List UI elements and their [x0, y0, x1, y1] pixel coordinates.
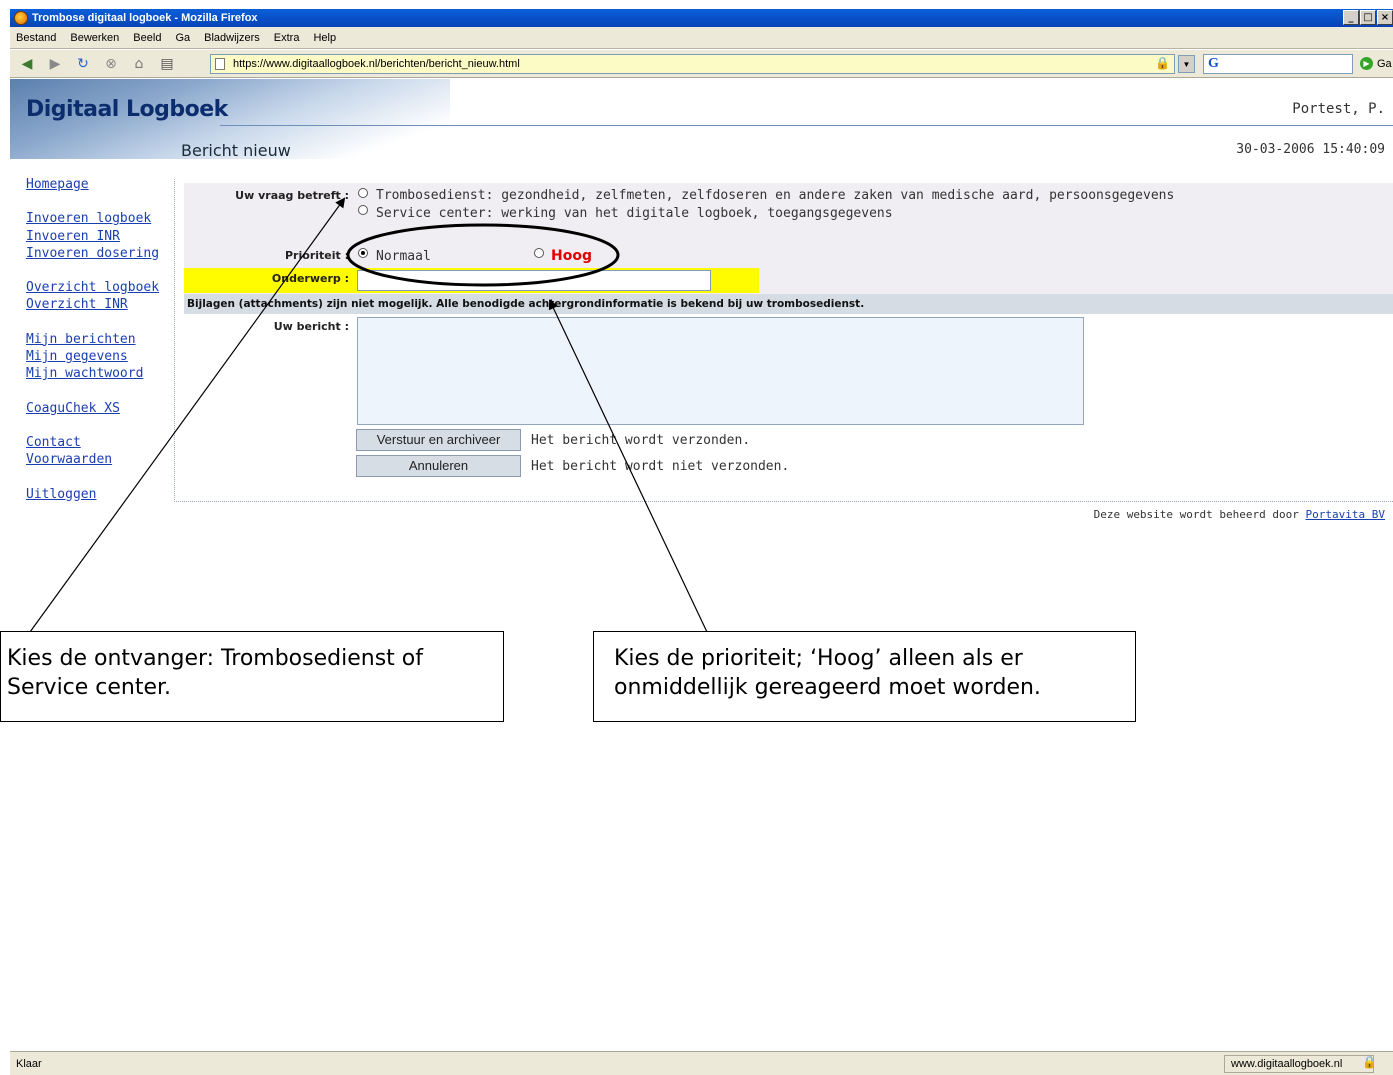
callout-ontvanger: Kies de ontvanger: Trombosedienst of Ser…	[0, 631, 504, 722]
page-icon	[215, 58, 225, 70]
close-button[interactable]: ×	[1377, 10, 1393, 25]
vraag-servicecenter-radio[interactable]	[358, 205, 368, 215]
send-note: Het bericht wordt verzonden.	[531, 433, 751, 448]
onderwerp-label: Onderwerp :	[271, 272, 349, 285]
page-content: Digitaal Logboek Portest, P. Bericht nie…	[10, 79, 1393, 1051]
vraag-label: Uw vraag betreft :	[235, 189, 349, 202]
menu-bar: Bestand Bewerken Beeld Ga Bladwijzers Ex…	[10, 27, 1393, 49]
title-bar: Trombose digitaal logboek - Mozilla Fire…	[10, 9, 1393, 27]
vraag-servicecenter-label[interactable]: Service center: werking van het digitale…	[376, 206, 893, 221]
go-label: Ga	[1377, 57, 1392, 70]
lock-icon: 🔒	[1155, 56, 1170, 70]
menu-help[interactable]: Help	[307, 32, 344, 44]
sidebar-menu: Homepage Invoeren logboek Invoeren INR I…	[26, 176, 176, 503]
header-divider	[220, 125, 1393, 126]
menu-bewerken[interactable]: Bewerken	[64, 32, 127, 44]
sidebar-item-uitloggen[interactable]: Uitloggen	[26, 486, 176, 503]
status-lock-icon: 🔒	[1362, 1055, 1377, 1069]
bericht-textarea[interactable]	[357, 317, 1084, 425]
sidebar-item-mijn-berichten[interactable]: Mijn berichten	[26, 331, 176, 348]
firefox-icon	[14, 11, 28, 25]
sidebar-item-coaguchek[interactable]: CoaguChek XS	[26, 400, 176, 417]
url-dropdown-button[interactable]: ▼	[1178, 55, 1195, 73]
prioriteit-hoog-label[interactable]: Hoog	[551, 248, 592, 264]
go-button[interactable]: ▶ Ga	[1360, 57, 1392, 70]
minimize-button[interactable]: _	[1343, 10, 1359, 25]
maximize-button[interactable]: □	[1360, 10, 1376, 25]
page-title: Bericht nieuw	[181, 141, 291, 160]
bericht-label: Uw bericht :	[273, 320, 349, 333]
sidebar-item-invoeren-dosering[interactable]: Invoeren dosering	[26, 245, 176, 262]
onderwerp-input[interactable]	[357, 270, 711, 291]
browser-window: Trombose digitaal logboek - Mozilla Fire…	[0, 0, 1393, 1075]
address-bar[interactable]: https://www.digitaallogboek.nl/berichten…	[210, 54, 1175, 74]
cancel-button[interactable]: Annuleren	[356, 455, 521, 477]
vraag-trombosedienst-radio[interactable]	[358, 188, 368, 198]
sidebar-item-contact[interactable]: Contact	[26, 434, 176, 451]
back-icon[interactable]: ◀	[16, 56, 38, 72]
navigation-toolbar: ◀ ▶ ↻ ⊗ ⌂ ▤ https://www.digitaallogboek.…	[10, 50, 1393, 78]
sidebar-item-voorwaarden[interactable]: Voorwaarden	[26, 451, 176, 468]
sidebar-item-homepage[interactable]: Homepage	[26, 176, 176, 193]
sidebar-item-invoeren-logboek[interactable]: Invoeren logboek	[26, 210, 176, 227]
menu-bestand[interactable]: Bestand	[10, 32, 64, 44]
sidebar-item-mijn-wachtwoord[interactable]: Mijn wachtwoord	[26, 365, 176, 382]
attachments-note: Bijlagen (attachments) zijn niet mogelij…	[184, 294, 1393, 314]
cancel-note: Het bericht wordt niet verzonden.	[531, 459, 790, 474]
window-title: Trombose digitaal logboek - Mozilla Fire…	[32, 12, 258, 24]
menu-extra[interactable]: Extra	[268, 32, 308, 44]
go-icon: ▶	[1360, 57, 1373, 70]
url-text: https://www.digitaallogboek.nl/berichten…	[233, 58, 520, 70]
reload-icon[interactable]: ↻	[72, 56, 94, 72]
window-controls: _ □ ×	[1343, 10, 1393, 25]
sidebar-item-invoeren-inr[interactable]: Invoeren INR	[26, 228, 176, 245]
sidebar-item-overzicht-logboek[interactable]: Overzicht logboek	[26, 279, 176, 296]
current-datetime: 30-03-2006 15:40:09	[1236, 142, 1385, 157]
logo: Digitaal Logboek	[26, 97, 228, 122]
stop-icon[interactable]: ⊗	[100, 56, 122, 72]
status-text: Klaar	[16, 1058, 42, 1070]
search-engine-icon: G	[1208, 56, 1219, 71]
menu-ga[interactable]: Ga	[169, 32, 198, 44]
status-bar: Klaar www.digitaallogboek.nl 🔒	[10, 1051, 1393, 1075]
vraag-trombosedienst-label[interactable]: Trombosedienst: gezondheid, zelfmeten, z…	[376, 188, 1174, 203]
prioriteit-hoog-radio[interactable]	[534, 248, 544, 258]
menu-beeld[interactable]: Beeld	[127, 32, 169, 44]
send-archive-button[interactable]: Verstuur en archiveer	[356, 429, 521, 451]
prioriteit-normaal-radio[interactable]	[358, 248, 368, 258]
prioriteit-normaal-label[interactable]: Normaal	[376, 249, 431, 264]
search-input[interactable]: G	[1203, 54, 1353, 74]
footer-link-portavita[interactable]: Portavita BV	[1306, 508, 1385, 521]
prioriteit-label: Prioriteit :	[285, 249, 349, 262]
home-icon[interactable]: ⌂	[128, 56, 150, 72]
sidebar-item-overzicht-inr[interactable]: Overzicht INR	[26, 296, 176, 313]
footer: Deze website wordt beheerd door Portavit…	[1094, 508, 1385, 521]
status-domain: www.digitaallogboek.nl	[1224, 1055, 1374, 1073]
user-name: Portest, P.	[1292, 101, 1385, 117]
forward-icon[interactable]: ▶	[44, 56, 66, 72]
footer-text: Deze website wordt beheerd door	[1093, 508, 1299, 521]
menu-bladwijzers[interactable]: Bladwijzers	[198, 32, 268, 44]
print-icon[interactable]: ▤	[156, 56, 178, 72]
callout-prioriteit: Kies de prioriteit; ‘Hoog’ alleen als er…	[593, 631, 1136, 722]
sidebar-item-mijn-gegevens[interactable]: Mijn gegevens	[26, 348, 176, 365]
